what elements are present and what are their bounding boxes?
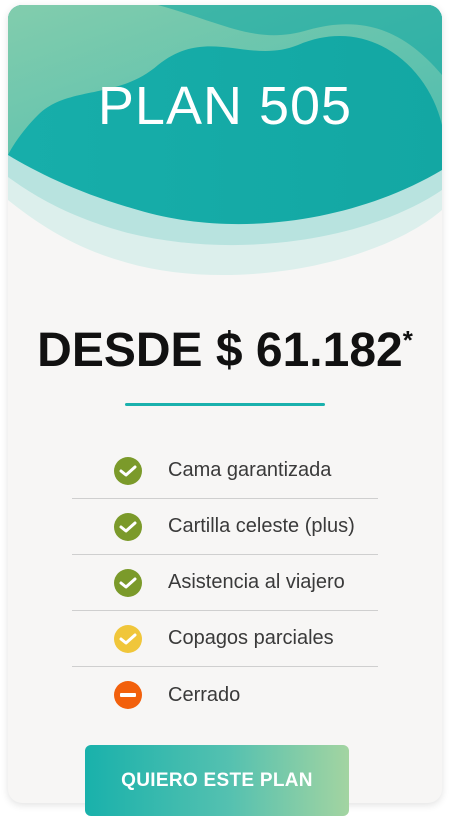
check-icon bbox=[114, 624, 142, 653]
feature-label: Copagos parciales bbox=[168, 627, 334, 649]
check-icon bbox=[114, 568, 142, 597]
feature-item-asistencia: Asistencia al viajero bbox=[72, 555, 378, 611]
plan-price: DESDE $ 61.182* bbox=[8, 323, 442, 378]
price-asterisk: * bbox=[402, 325, 413, 355]
price-value: 61.182 bbox=[255, 324, 403, 377]
feature-item-cerrado: Cerrado bbox=[72, 667, 378, 723]
check-icon bbox=[114, 456, 142, 485]
price-prefix: DESDE $ bbox=[37, 324, 256, 377]
feature-item-cartilla: Cartilla celeste (plus) bbox=[72, 499, 378, 555]
feature-label: Cerrado bbox=[168, 683, 241, 706]
check-icon bbox=[114, 512, 142, 541]
feature-label: Cartilla celeste (plus) bbox=[168, 515, 355, 537]
feature-label: Asistencia al viajero bbox=[168, 571, 345, 593]
feature-item-cama: Cama garantizada bbox=[72, 443, 378, 499]
feature-list: Cama garantizada Cartilla celeste (plus)… bbox=[72, 443, 378, 723]
feature-item-copagos: Copagos parciales bbox=[72, 611, 378, 667]
plan-card: PLAN 505 DESDE $ 61.182* Cama garantizad… bbox=[8, 5, 442, 803]
header-wave-background bbox=[8, 5, 442, 276]
quiero-este-plan-button[interactable]: QUIERO ESTE PLAN bbox=[85, 745, 349, 816]
feature-label: Cama garantizada bbox=[168, 459, 332, 481]
plan-title: PLAN 505 bbox=[97, 76, 353, 136]
minus-icon bbox=[114, 681, 142, 709]
price-divider bbox=[125, 403, 325, 406]
